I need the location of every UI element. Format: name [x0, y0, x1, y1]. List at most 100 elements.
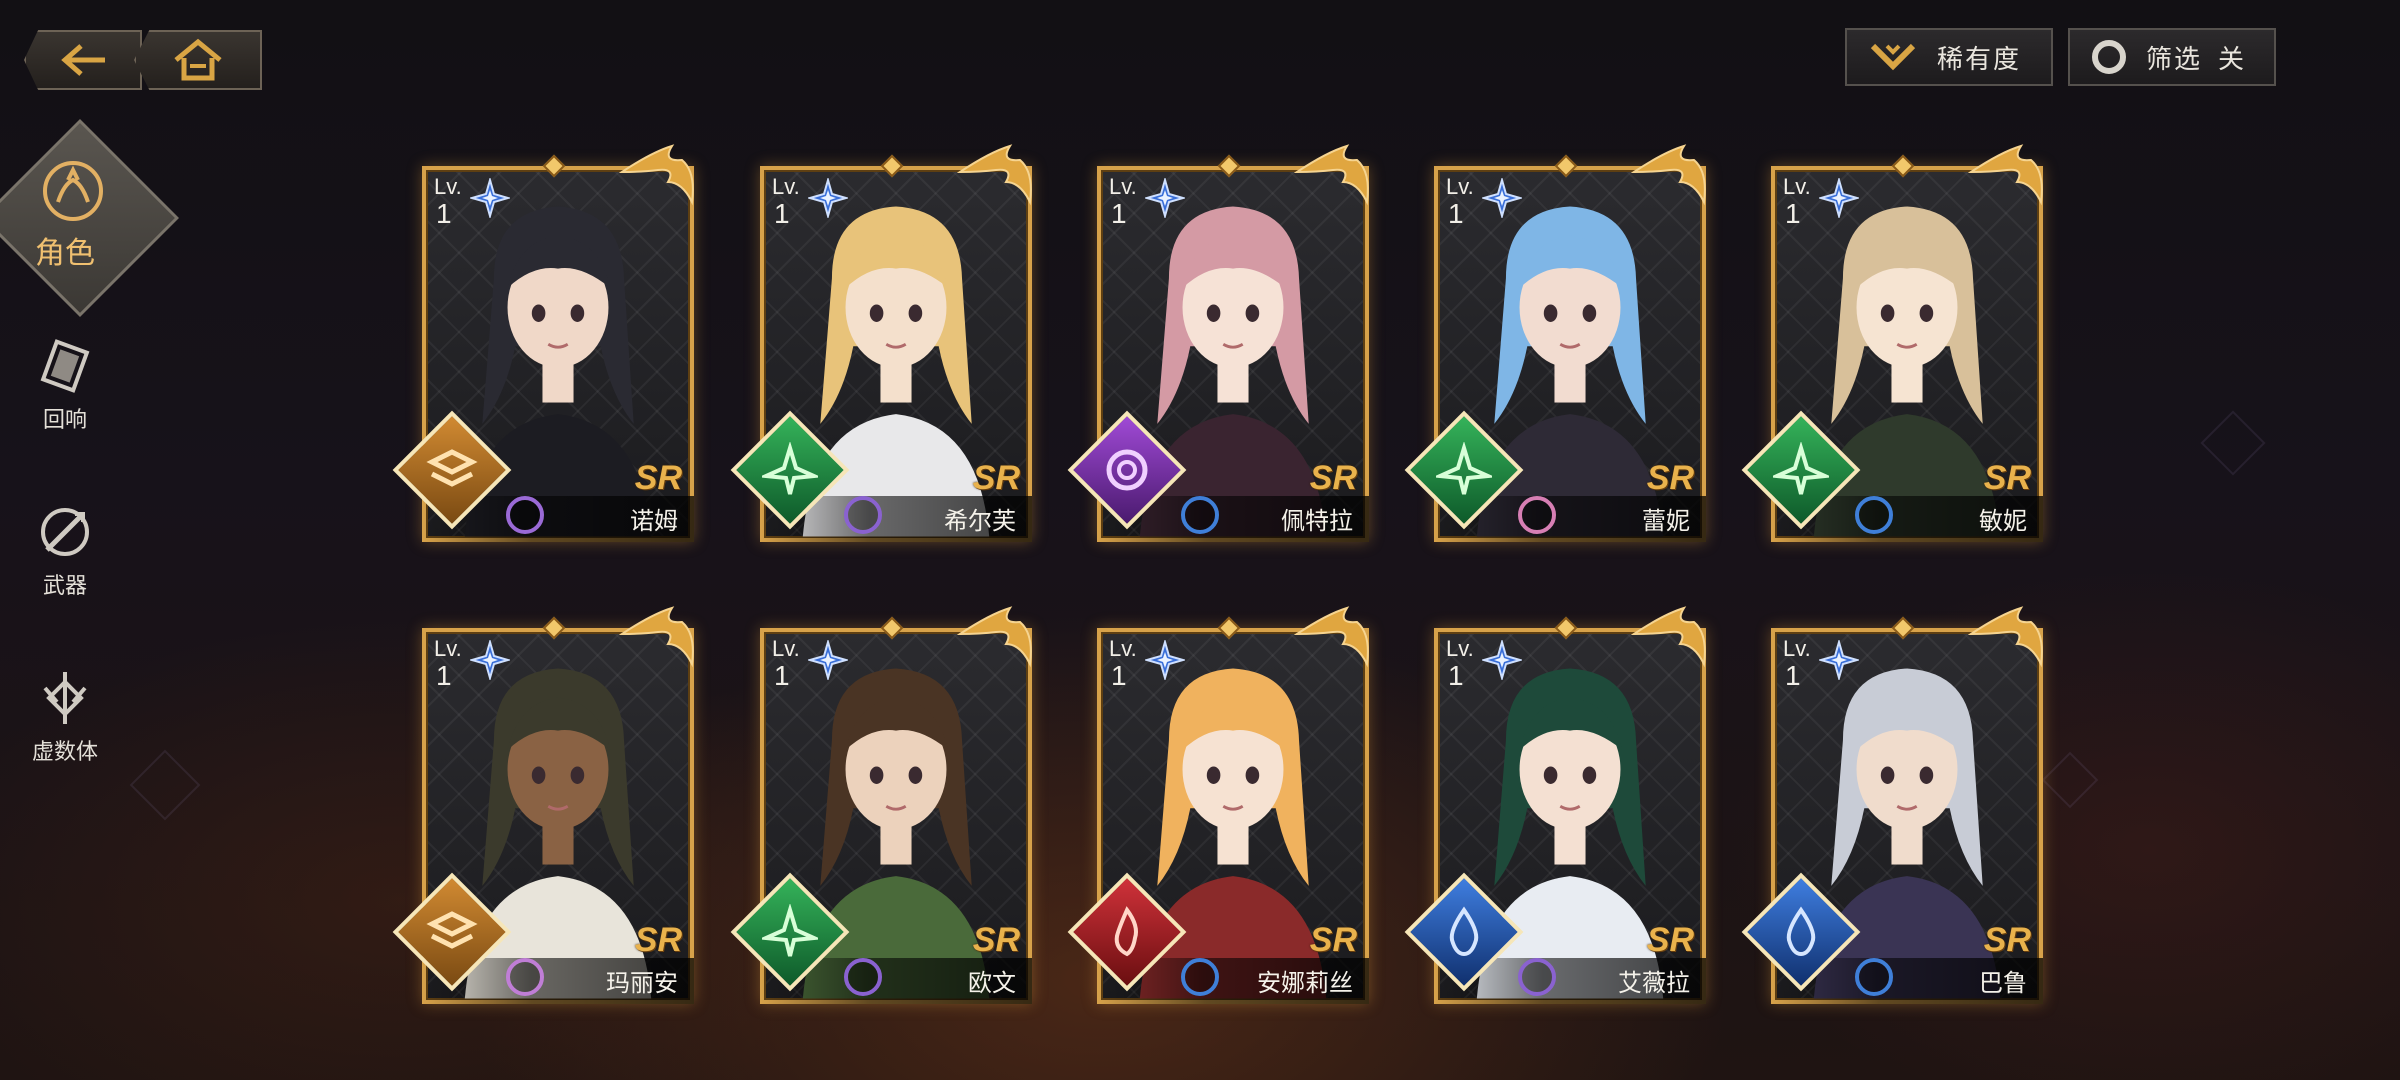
- level-value: 1: [774, 198, 790, 229]
- home-icon: [174, 38, 222, 81]
- attribute-orb-icon: [844, 496, 882, 534]
- echo-icon: [40, 339, 90, 393]
- rarity-badge: SR: [972, 459, 1020, 497]
- character-card[interactable]: Lv. 1 SR 安娜莉丝: [1067, 604, 1373, 1012]
- rarity-badge: SR: [1646, 921, 1694, 959]
- character-card[interactable]: Lv. 1 SR 艾薇拉: [1404, 604, 1710, 1012]
- level-label: Lv.: [1783, 174, 1811, 199]
- star-rank-icon: [470, 178, 510, 218]
- star-rank-icon: [808, 178, 848, 218]
- sort-chevron-icon: [1870, 43, 1916, 71]
- bg-diamond: [129, 749, 201, 821]
- bg-diamond: [2041, 751, 2099, 809]
- element-green-icon: [1436, 442, 1492, 495]
- star-rank-icon: [1482, 178, 1522, 218]
- attribute-orb-icon: [1181, 496, 1219, 534]
- element-green-icon: [762, 442, 818, 495]
- rarity-badge: SR: [1983, 921, 2031, 959]
- star-rank-icon: [1482, 640, 1522, 680]
- filter-button[interactable]: 筛选 关: [2068, 28, 2276, 86]
- element-green-icon: [1773, 442, 1829, 495]
- attribute-orb-icon: [1855, 496, 1893, 534]
- level-value: 1: [436, 660, 452, 691]
- bg-diamond: [2200, 410, 2266, 476]
- sidebar-item-label: 虚数体: [31, 740, 98, 765]
- imaginary-icon: [43, 672, 87, 724]
- star-rank-icon: [1819, 178, 1859, 218]
- back-button[interactable]: [24, 30, 142, 90]
- character-name: 佩特拉: [1281, 507, 1353, 535]
- card-flame-ornament: [618, 606, 694, 668]
- card-flame-ornament: [956, 606, 1032, 668]
- sidebar-item-character[interactable]: 角色: [0, 118, 179, 318]
- rarity-badge: SR: [1646, 459, 1694, 497]
- level-value: 1: [1448, 660, 1464, 691]
- level-label: Lv.: [1446, 174, 1474, 199]
- element-purple-icon: [1106, 449, 1148, 491]
- level-value: 1: [1785, 198, 1801, 229]
- card-flame-ornament: [1293, 144, 1369, 206]
- level-value: 1: [436, 198, 452, 229]
- star-rank-icon: [1819, 640, 1859, 680]
- card-flame-ornament: [1967, 144, 2043, 206]
- sidebar-item-weapon[interactable]: 武器: [20, 502, 110, 600]
- level-value: 1: [1448, 198, 1464, 229]
- attribute-orb-icon: [1518, 958, 1556, 996]
- level-label: Lv.: [1109, 174, 1137, 199]
- character-card[interactable]: Lv. 1 SR 希尔芙: [730, 142, 1036, 550]
- character-card[interactable]: Lv. 1 SR 敏妮: [1741, 142, 2047, 550]
- sidebar-item-echo[interactable]: 回响: [20, 336, 110, 434]
- level-label: Lv.: [772, 636, 800, 661]
- attribute-orb-icon: [506, 958, 544, 996]
- character-name: 巴鲁: [1979, 969, 2027, 997]
- rarity-badge: SR: [1983, 459, 2031, 497]
- card-flame-ornament: [956, 144, 1032, 206]
- level-label: Lv.: [1109, 636, 1137, 661]
- sidebar-item-imaginary[interactable]: 虚数体: [20, 668, 110, 766]
- sidebar-item-label: 角色: [35, 236, 95, 271]
- rarity-sort-button[interactable]: 稀有度: [1845, 28, 2053, 86]
- character-name: 艾薇拉: [1618, 969, 1690, 997]
- card-flame-ornament: [1630, 144, 1706, 206]
- character-name: 安娜莉丝: [1257, 969, 1353, 997]
- character-card[interactable]: Lv. 1 SR 欧文: [730, 604, 1036, 1012]
- card-flame-ornament: [1293, 606, 1369, 668]
- star-rank-icon: [470, 640, 510, 680]
- character-card[interactable]: Lv. 1 SR 玛丽安: [392, 604, 698, 1012]
- filter-label: 筛选: [2146, 44, 2203, 75]
- level-value: 1: [1111, 660, 1127, 691]
- character-card[interactable]: Lv. 1 SR 佩特拉: [1067, 142, 1373, 550]
- level-value: 1: [1785, 660, 1801, 691]
- rarity-badge: SR: [1309, 459, 1357, 497]
- character-icon: [43, 161, 103, 221]
- level-value: 1: [1111, 198, 1127, 229]
- level-label: Lv.: [434, 636, 462, 661]
- star-rank-icon: [1145, 640, 1185, 680]
- attribute-orb-icon: [1181, 958, 1219, 996]
- card-flame-ornament: [1630, 606, 1706, 668]
- attribute-orb-icon: [506, 496, 544, 534]
- rarity-label: 稀有度: [1937, 44, 2022, 75]
- filter-ring-icon: [2092, 40, 2126, 74]
- character-name: 欧文: [968, 969, 1016, 997]
- level-label: Lv.: [772, 174, 800, 199]
- attribute-orb-icon: [1855, 958, 1893, 996]
- rarity-badge: SR: [972, 921, 1020, 959]
- home-button[interactable]: [134, 30, 262, 90]
- card-flame-ornament: [1967, 606, 2043, 668]
- element-blue-icon: [1786, 906, 1816, 957]
- character-card[interactable]: Lv. 1 SR 巴鲁: [1741, 604, 2047, 1012]
- weapon-icon: [41, 508, 89, 556]
- element-blue-icon: [1449, 906, 1479, 957]
- character-name: 诺姆: [630, 507, 678, 535]
- attribute-orb-icon: [1518, 496, 1556, 534]
- character-card[interactable]: Lv. 1 SR 诺姆: [392, 142, 698, 550]
- attribute-orb-icon: [844, 958, 882, 996]
- character-name: 玛丽安: [606, 969, 678, 997]
- card-flame-ornament: [618, 144, 694, 206]
- character-card[interactable]: Lv. 1 SR 蕾妮: [1404, 142, 1710, 550]
- element-orange-icon: [426, 911, 478, 949]
- element-red-icon: [1114, 906, 1138, 957]
- character-name: 敏妮: [1979, 507, 2027, 535]
- level-label: Lv.: [1783, 636, 1811, 661]
